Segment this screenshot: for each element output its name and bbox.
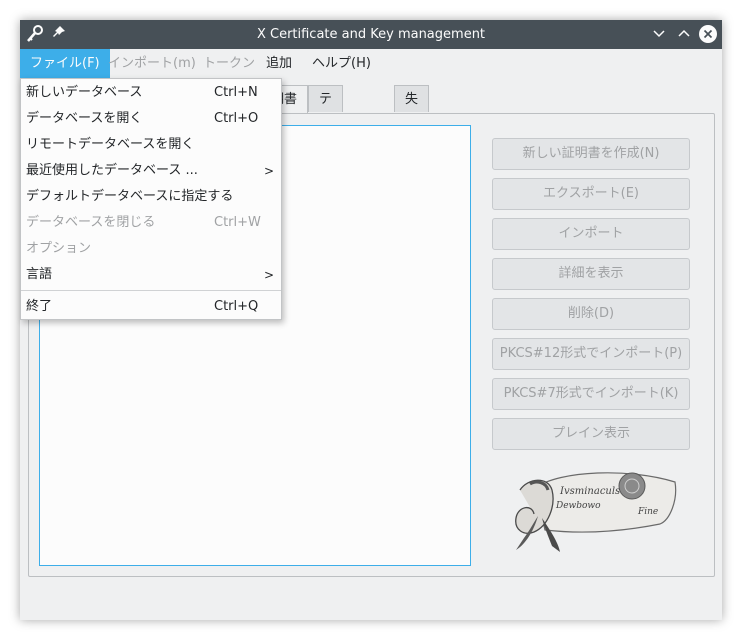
close-icon[interactable]	[698, 24, 718, 44]
menu-quit-label: 終了	[26, 299, 53, 314]
logo-text-3: Fine	[637, 507, 658, 517]
menu-new-database-label: 新しいデータベース	[26, 85, 143, 100]
logo-text-1: Ivsminaculs	[559, 486, 620, 497]
menu-set-default-database[interactable]: デフォルトデータベースに指定する	[21, 184, 281, 210]
new-certificate-button[interactable]: 新しい証明書を作成(N)	[492, 138, 690, 170]
menu-token[interactable]: トークン	[193, 49, 265, 78]
menu-open-database-shortcut: Ctrl+O	[214, 111, 259, 126]
chevron-right-icon: >	[264, 164, 275, 178]
menu-open-database[interactable]: データベースを開く Ctrl+O	[21, 106, 281, 132]
menu-new-database[interactable]: 新しいデータベース Ctrl+N	[21, 80, 281, 106]
menu-open-database-label: データベースを開く	[26, 111, 143, 126]
chevron-right-icon: >	[264, 268, 275, 282]
tab-revocation-list[interactable]: 失効リスト	[394, 85, 430, 215]
menu-help[interactable]: ヘルプ(H)	[302, 49, 381, 78]
show-details-button[interactable]: 詳細を表示	[492, 258, 690, 290]
export-button[interactable]: エクスポート(E)	[492, 178, 690, 210]
menu-separator	[21, 290, 281, 291]
import-button[interactable]: インポート	[492, 218, 690, 250]
import-pkcs7-button[interactable]: PKCS#7形式でインポート(K)	[492, 378, 690, 410]
logo-text-2: Dewbowo	[555, 501, 601, 511]
scroll-seal-logo: Ivsminaculs Dewbowo Fine	[515, 472, 677, 552]
menu-quit[interactable]: 終了 Ctrl+Q	[21, 294, 281, 320]
window-title: X Certificate and Key management	[256, 27, 486, 42]
menu-open-remote-database[interactable]: リモートデータベースを開く	[21, 132, 281, 158]
chevron-up-icon[interactable]	[674, 24, 694, 44]
tab-templates[interactable]: テンプレート	[308, 85, 344, 242]
menu-recent-databases[interactable]: 最近使用したデータベース ... >	[21, 158, 281, 184]
menu-new-database-shortcut: Ctrl+N	[214, 85, 258, 100]
file-menu-dropdown: 新しいデータベース Ctrl+N データベースを開く Ctrl+O リモートデー…	[20, 78, 282, 320]
menu-quit-shortcut: Ctrl+Q	[214, 299, 259, 314]
menu-language-label: 言語	[26, 267, 53, 282]
menu-import[interactable]: インポート(m)	[98, 49, 206, 78]
chevron-down-icon[interactable]	[649, 24, 669, 44]
menu-options[interactable]: オプション	[21, 236, 281, 262]
menu-bar: ファイル(F) インポート(m) トークン 追加 ヘルプ(H)	[20, 49, 722, 78]
menu-set-default-label: デフォルトデータベースに指定する	[26, 189, 234, 204]
delete-button[interactable]: 削除(D)	[492, 298, 690, 330]
import-pkcs12-button[interactable]: PKCS#12形式でインポート(P)	[492, 338, 690, 370]
menu-close-database-label: データベースを閉じる	[26, 215, 156, 230]
menu-open-remote-label: リモートデータベースを開く	[26, 137, 195, 152]
menu-recent-label: 最近使用したデータベース ...	[26, 163, 198, 178]
menu-extra[interactable]: 追加	[256, 49, 302, 78]
menu-language[interactable]: 言語 >	[21, 262, 281, 288]
menu-options-label: オプション	[26, 241, 92, 256]
menu-close-database-shortcut: Ctrl+W	[214, 215, 261, 230]
plain-view-button[interactable]: プレイン表示	[492, 418, 690, 450]
menu-file[interactable]: ファイル(F)	[20, 49, 110, 78]
menu-close-database[interactable]: データベースを閉じる Ctrl+W	[21, 210, 281, 236]
title-bar[interactable]: X Certificate and Key management	[20, 20, 722, 49]
